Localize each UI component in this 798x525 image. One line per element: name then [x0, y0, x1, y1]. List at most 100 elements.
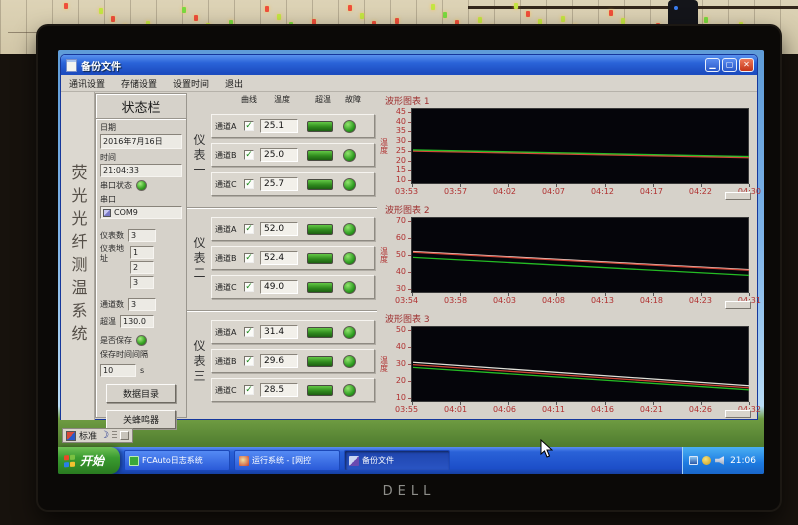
- channel-row: 通道C✓25.7: [211, 172, 375, 196]
- indicator-lamp: [182, 7, 186, 13]
- curve-checkbox[interactable]: ✓: [244, 282, 254, 292]
- header-fault: 故障: [343, 94, 363, 105]
- minimize-button[interactable]: ▁: [705, 58, 720, 72]
- chart-scrollbar[interactable]: [725, 301, 751, 309]
- curve-checkbox[interactable]: ✓: [244, 253, 254, 263]
- fault-led: [343, 281, 356, 294]
- meter-addr-2[interactable]: 2: [130, 261, 154, 274]
- y-tick-mark: [408, 330, 411, 331]
- menu-storage-settings[interactable]: 存储设置: [121, 77, 157, 90]
- meter-addr-1[interactable]: 1: [130, 246, 154, 259]
- monitor-bezel: 备份文件 ▁ ▢ ✕ 通讯设置 存储设置 设置时间 退出 荧光光纤测温系统 状态…: [38, 26, 780, 510]
- curve-checkbox[interactable]: ✓: [244, 385, 254, 395]
- channel-label: 通道C: [215, 385, 244, 396]
- chart-canvas: [412, 109, 750, 185]
- overtemp-value[interactable]: 130.0: [120, 315, 154, 328]
- instrument-name: 仪表一: [191, 134, 208, 179]
- channel-row: 通道A✓25.1: [211, 114, 375, 138]
- y-tick-label: 10: [396, 175, 406, 184]
- x-tick-label: 03:53: [395, 187, 418, 196]
- x-tick-label: 04:26: [689, 405, 712, 414]
- overtemp-led: [307, 150, 333, 161]
- windows-flag-icon: [64, 454, 76, 467]
- curve-checkbox[interactable]: ✓: [244, 327, 254, 337]
- curve-checkbox[interactable]: ✓: [244, 150, 254, 160]
- x-tick-label: 03:55: [395, 405, 418, 414]
- y-tick-mark: [408, 289, 411, 290]
- fault-led: [343, 223, 356, 236]
- indicator-lamp: [194, 15, 198, 21]
- language-bar-label: 标准: [79, 429, 97, 442]
- y-tick-label: 35: [396, 126, 406, 135]
- x-tick-label: 04:02: [493, 187, 516, 196]
- indicator-lamp: [312, 19, 316, 25]
- chart-y-axis-label: 温度: [379, 326, 389, 402]
- taskbar-item-runtime[interactable]: 运行系统 - [网控: [234, 450, 340, 471]
- overtemp-led: [307, 253, 333, 264]
- curve-checkbox[interactable]: ✓: [244, 224, 254, 234]
- serial-port-selector[interactable]: COM9: [100, 206, 182, 219]
- temperature-display: 28.5: [260, 383, 298, 397]
- chart-scrollbar[interactable]: [725, 410, 751, 418]
- ime-icon: [66, 431, 76, 441]
- save-interval-value[interactable]: 10: [100, 364, 136, 377]
- taskbar-item-label: 运行系统 - [网控: [252, 455, 311, 466]
- volume-icon[interactable]: [715, 456, 724, 465]
- curve-checkbox[interactable]: ✓: [244, 179, 254, 189]
- chart-y-axis: 5040302010: [389, 326, 411, 402]
- meter-addr-3[interactable]: 3: [130, 276, 154, 289]
- menubar: 通讯设置 存储设置 设置时间 退出: [61, 75, 757, 92]
- channel-row: 通道C✓49.0: [211, 275, 375, 299]
- y-tick-label: 25: [396, 146, 406, 155]
- drag-handle[interactable]: [112, 431, 117, 440]
- indicator-lamp: [431, 4, 435, 10]
- curve-checkbox[interactable]: ✓: [244, 121, 254, 131]
- language-bar[interactable]: 标准 ☽: [62, 428, 133, 443]
- series-line-通道B: [413, 365, 749, 388]
- data-directory-button[interactable]: 数据目录: [106, 384, 176, 403]
- y-tick-label: 30: [396, 359, 406, 368]
- system-title: 荧光光纤测温系统: [66, 164, 90, 348]
- taskbar-item-fcauto[interactable]: FCAuto日志系统: [124, 450, 230, 471]
- shield-icon[interactable]: [702, 456, 711, 465]
- y-tick-label: 15: [396, 165, 406, 174]
- y-tick-mark: [408, 112, 411, 113]
- indicator-lamp: [526, 11, 530, 17]
- overtemp-led: [307, 179, 333, 190]
- menu-exit[interactable]: 退出: [225, 77, 243, 90]
- indicator-lamp: [609, 10, 613, 16]
- channel-label: 通道A: [215, 327, 244, 338]
- chart-title: 波形图表 2: [385, 203, 757, 216]
- taskbar-item-backup[interactable]: 备份文件: [344, 450, 450, 471]
- y-tick-label: 70: [396, 216, 406, 225]
- menu-set-time[interactable]: 设置时间: [173, 77, 209, 90]
- x-tick-labels: 03:5303:5704:0204:0704:1204:1704:2204:30: [395, 187, 761, 196]
- display-icon[interactable]: [689, 456, 698, 465]
- y-tick-mark: [408, 161, 411, 162]
- series-line-通道B: [413, 151, 749, 158]
- temperature-display: 25.1: [260, 119, 298, 133]
- overtemp-led: [307, 385, 333, 396]
- close-button[interactable]: ✕: [739, 58, 754, 72]
- x-tick-label: 03:54: [395, 296, 418, 305]
- channel-count-value[interactable]: 3: [128, 298, 156, 311]
- channel-label: 通道B: [215, 150, 244, 161]
- fault-led: [343, 384, 356, 397]
- channel-row: 通道B✓29.6: [211, 349, 375, 373]
- curve-checkbox[interactable]: ✓: [244, 356, 254, 366]
- maximize-button[interactable]: ▢: [722, 58, 737, 72]
- instrument-name: 仪表二: [191, 237, 208, 282]
- series-line-通道C: [413, 367, 749, 389]
- chart-scrollbar[interactable]: [725, 192, 751, 200]
- meter-count-value[interactable]: 3: [128, 229, 156, 242]
- chart-y-axis-label: 温度: [379, 108, 389, 184]
- indicator-lamp: [443, 12, 447, 18]
- x-tick-label: 04:03: [493, 296, 516, 305]
- buzzer-off-button[interactable]: 关蜂鸣器: [106, 410, 176, 429]
- x-tick-labels: 03:5504:0104:0604:1104:1604:2104:2604:32: [395, 405, 761, 414]
- taskbar-item-label: FCAuto日志系统: [142, 455, 203, 466]
- overtemp-label: 超温: [100, 316, 116, 327]
- menu-comm-settings[interactable]: 通讯设置: [69, 77, 105, 90]
- start-button[interactable]: 开始: [58, 447, 120, 474]
- minimize-languagebar-button[interactable]: [120, 431, 129, 440]
